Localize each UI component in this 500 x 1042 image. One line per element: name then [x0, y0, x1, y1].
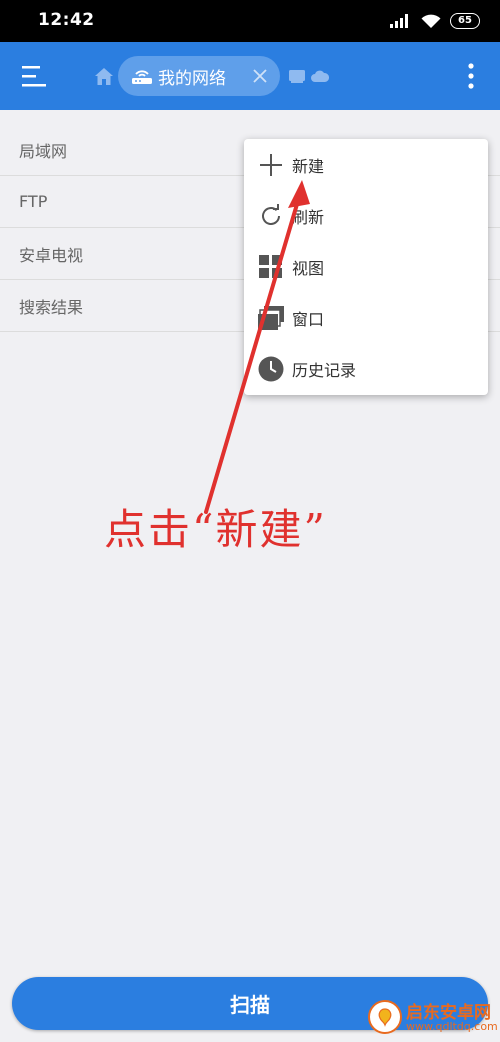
- signal-icon: [390, 14, 408, 28]
- battery-indicator: 65: [450, 13, 480, 29]
- cloud-tab[interactable]: [307, 64, 333, 88]
- wifi-icon: [421, 14, 441, 28]
- app-bar: 我的网络: [0, 42, 500, 110]
- more-vert-icon: [468, 63, 474, 89]
- battery-level: 65: [458, 15, 472, 26]
- menu-button[interactable]: [14, 56, 56, 96]
- list-item-label: 局域网: [19, 141, 68, 161]
- menu-item-label: 窗口: [292, 309, 325, 329]
- overflow-menu: 新建 刷新 视图 窗口 历史记录: [244, 139, 488, 395]
- menu-item-label: 刷新: [292, 207, 325, 227]
- menu-item-window[interactable]: 窗口: [244, 292, 488, 343]
- watermark-url: www.qdltdq.com: [406, 1020, 498, 1033]
- windows-icon: [258, 305, 284, 331]
- menu-item-label: 新建: [292, 156, 325, 176]
- network-tab[interactable]: 我的网络: [118, 56, 280, 96]
- menu-item-history[interactable]: 历史记录: [244, 343, 488, 394]
- status-icons: 65: [390, 12, 480, 30]
- cloud-icon: [311, 70, 329, 82]
- grid-icon: [258, 254, 284, 280]
- device-icon: [289, 69, 305, 83]
- refresh-icon: [258, 203, 284, 229]
- home-icon: [95, 67, 113, 85]
- annotation-text: 点击“新建”: [104, 505, 327, 554]
- status-time: 12:42: [38, 10, 95, 30]
- router-icon: [132, 70, 152, 84]
- list-item-label: FTP: [19, 192, 48, 211]
- menu-icon: [22, 66, 46, 87]
- menu-item-refresh[interactable]: 刷新: [244, 190, 488, 241]
- home-button[interactable]: [92, 64, 116, 88]
- close-icon: [253, 69, 267, 83]
- watermark-logo-icon: [368, 1000, 402, 1034]
- watermark: 启东安卓网 www.qdltdq.com: [358, 990, 500, 1042]
- close-tab-button[interactable]: [250, 66, 270, 86]
- menu-item-label: 视图: [292, 258, 325, 278]
- clock-icon: [258, 356, 284, 382]
- menu-item-label: 历史记录: [292, 360, 357, 380]
- network-tab-label: 我的网络: [158, 68, 226, 89]
- list-item-label: 安卓电视: [19, 245, 84, 265]
- list-item-label: 搜索结果: [19, 297, 84, 317]
- status-bar: 12:42 65: [0, 0, 500, 42]
- menu-item-new[interactable]: 新建: [244, 139, 488, 190]
- more-button[interactable]: [456, 56, 486, 96]
- plus-icon: [258, 152, 284, 178]
- menu-item-view[interactable]: 视图: [244, 241, 488, 292]
- scan-button-label: 扫描: [230, 993, 270, 1017]
